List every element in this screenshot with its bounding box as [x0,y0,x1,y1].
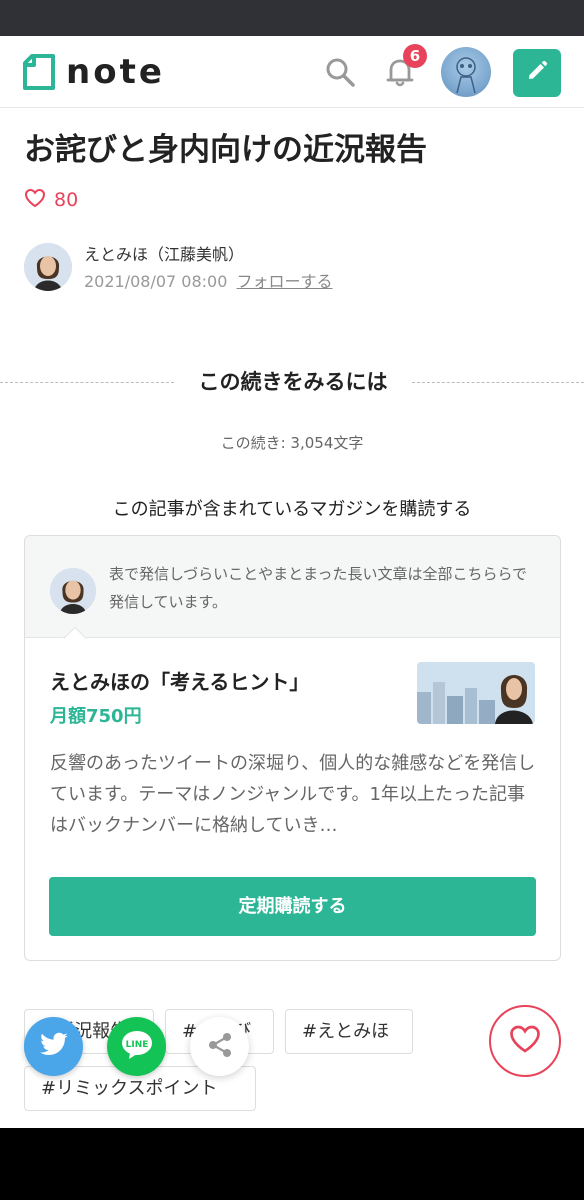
magazine-thumbnail [417,662,535,724]
paywall-heading: この続きをみるには [198,370,388,394]
like-button[interactable] [489,1005,561,1077]
published-date: 2021/08/07 08:00 [84,272,228,291]
author-avatar[interactable] [24,243,72,291]
paywall-divider: この続きをみるには [0,362,584,402]
share-twitter-button[interactable] [24,1017,83,1076]
magazine-card[interactable]: 表で発信しづらいことやまとまった長い文章は全部こちららで発信しています。 えとみ… [24,535,561,961]
line-icon-label: LINE [125,1040,148,1050]
status-bar [0,0,584,36]
heart-icon [508,1024,542,1058]
pencil-icon [526,60,548,86]
subscribe-heading: この記事が含まれているマガジンを購読する [112,499,472,520]
magazine-author-avatar [50,568,96,614]
note-logo-icon [22,54,56,90]
write-post-button[interactable] [513,49,561,97]
like-count[interactable]: 80 [24,187,78,213]
magazine-title[interactable]: えとみほの「考えるヒント」 [50,666,309,695]
note-logo[interactable]: note [22,50,165,94]
magazine-price: 月額750円 [50,706,142,727]
subscribe-button[interactable]: 定期購読する [49,877,536,936]
notification-badge: 6 [403,44,427,68]
follow-link[interactable]: フォローする [237,272,333,291]
system-navigation-bar [0,1128,584,1200]
twitter-icon [39,1032,69,1062]
top-header: note 6 [0,36,584,108]
article-meta: 2021/08/07 08:00 フォローする [84,268,333,292]
user-avatar[interactable] [441,47,491,97]
hashtag-2[interactable]: #えとみほ [285,1009,413,1054]
author-name[interactable]: えとみほ（江藤美帆） [84,241,244,265]
share-icon [205,1030,235,1064]
article-title: お詫びと身内向けの近況報告 [24,132,427,168]
line-icon: LINE [120,1029,154,1065]
logo-text: note [66,52,165,92]
share-line-button[interactable]: LINE [107,1017,166,1076]
remaining-text-count: この続き: 3,054文字 [220,434,364,452]
divider-line-left [0,382,174,383]
like-count-value: 80 [54,189,79,211]
magazine-author-message: 表で発信しづらいことやまとまった長い文章は全部こちららで発信しています。 [109,565,528,611]
magazine-description: 反響のあったツイートの深堀り、個人的な雑感などを発信しています。テーマはノンジャ… [50,753,536,836]
heart-icon [24,188,54,213]
search-icon[interactable] [322,54,358,90]
share-button[interactable] [190,1017,249,1076]
divider-line-right [412,382,584,383]
magazine-author-message-area: 表で発信しづらいことやまとまった長い文章は全部こちららで発信しています。 [25,536,560,638]
